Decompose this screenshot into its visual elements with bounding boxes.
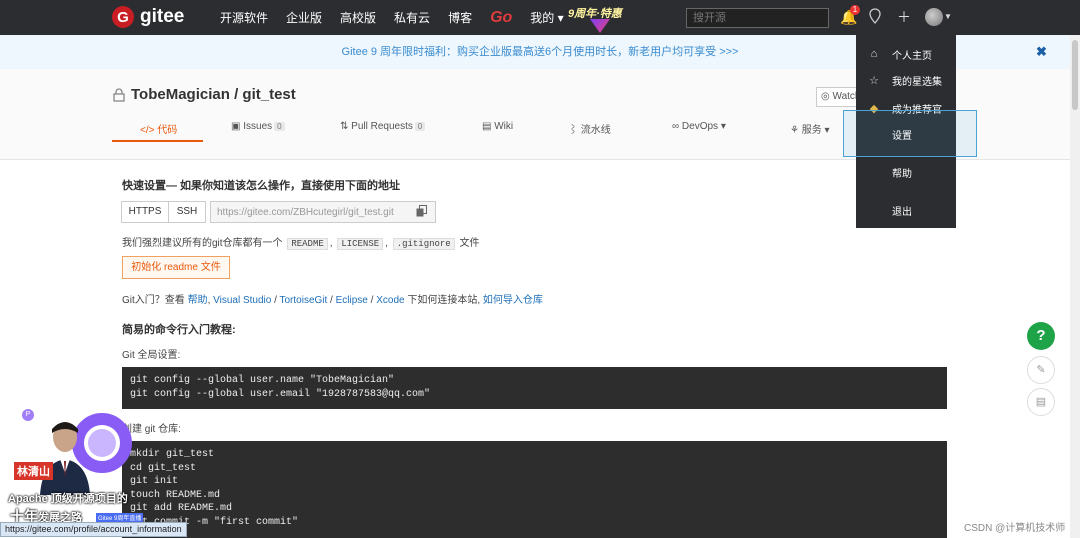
star-icon: ☆ [869,74,879,87]
gitee-logo[interactable]: G gitee [112,6,184,28]
menu-item-profile[interactable]: ⌂ 个人主页 [856,41,956,67]
license-chip: LICENSE [337,238,384,250]
create-repo-code: mkdir git_test cd git_test git init touc… [122,441,947,538]
menu-item-settings[interactable]: 设置 [856,121,956,147]
avatar[interactable] [925,8,943,26]
readme-chip: README [287,238,328,250]
tab-pipeline-label: 流水线 [580,125,611,136]
quick-setup-heading: 快速设置— 如果你知道该怎么操作，直接使用下面的地址 [122,180,401,192]
tab-pr-label: Pull Requests [351,121,413,132]
nav-item-university[interactable]: 高校版 [340,9,376,26]
help-prefix: Git入门？查看 [122,295,188,306]
menu-item-stars-label: 我的星选集 [892,76,942,88]
menu-item-profile-label: 个人主页 [892,50,932,62]
speaker-photo [40,422,90,495]
git-help-line: Git入门？查看 帮助, Visual Studio / TortoiseGit… [122,291,543,306]
tab-wiki[interactable]: ▤ Wiki [482,121,513,132]
chip-separator: , [329,238,333,249]
suggest-suffix: 文件 [459,238,480,249]
tab-code[interactable]: </> 代码 [140,121,177,136]
tortoisegit-link[interactable]: TortoiseGit [279,295,327,306]
p-icon: P [22,409,34,421]
promo-v-icon [590,19,610,33]
xcode-link[interactable]: Xcode [376,295,404,306]
help-fab-button[interactable]: ? [1027,322,1055,350]
logo-badge-icon: G [112,6,134,28]
live-stream-overlay[interactable]: P 林清山 Apache 顶级开源项目的 十年发展之路 Gitee 9周年直播 [0,405,150,538]
nav-item-go[interactable]: Go [490,9,512,27]
search-input[interactable] [686,8,829,28]
tab-issues-label: Issues [243,121,273,132]
browser-status-bar: https://gitee.com/profile/account_inform… [0,522,187,537]
link-separator: / [367,295,377,306]
chevron-down-icon[interactable]: ▼ [944,12,952,21]
tab-pipeline[interactable]: ⌇ 流水线 [568,121,611,136]
copy-icon[interactable] [416,205,428,217]
eclipse-link[interactable]: Eclipse [336,295,368,306]
close-icon[interactable]: ✖ [1036,44,1047,60]
nav-item-mine[interactable]: 我的 ▾ [530,9,563,26]
nav-item-open-source[interactable]: 开源软件 [220,9,268,26]
tab-wiki-label: Wiki [494,121,514,132]
tab-devops-label: DevOps ▾ [681,121,726,132]
nav-item-enterprise[interactable]: 企业版 [286,9,322,26]
global-config-code: git config --global user.name "TobeMagic… [122,367,947,409]
import-repo-link[interactable]: 如何导入仓库 [483,295,543,306]
ssh-button[interactable]: SSH [168,201,206,223]
nav-item-blog[interactable]: 博客 [448,9,472,26]
clone-url-field[interactable] [210,201,436,223]
help-mid: 下如何连接本站, [404,295,483,306]
watch-button[interactable]: ◎ Watch [816,87,860,107]
notification-count-badge: 1 [850,5,860,15]
visual-studio-link[interactable]: Visual Studio [213,295,271,306]
logo-text: gitee [140,6,185,27]
overlay-badge: Gitee 9周年直播 [96,513,144,522]
tutorial-heading: 简易的命令行入门教程: [122,324,236,336]
active-tab-underline [112,140,203,142]
pr-count: 0 [414,122,426,131]
chip-separator: , [385,238,388,249]
lock-icon [112,88,126,102]
tab-issues[interactable]: ▣ Issues 0 [231,121,285,132]
location-pin-icon[interactable] [866,8,884,26]
tab-service[interactable]: ⚘ 服务 ▾ [790,121,830,136]
gitignore-chip: .gitignore [392,238,455,250]
plus-icon[interactable]: ＋ [895,8,913,26]
nav-item-private-cloud[interactable]: 私有云 [394,9,430,26]
tab-service-label: 服务 ▾ [801,125,830,136]
scrollbar-thumb[interactable] [1072,40,1078,110]
https-button[interactable]: HTTPS [121,201,169,223]
tab-devops[interactable]: ∞ DevOps ▾ [672,121,726,132]
watermark: CSDN @计算机技术师 [964,523,1066,534]
overlay-title-line1: Apache 顶级开源项目的 [8,493,128,505]
tab-pull-requests[interactable]: ⇅ Pull Requests 0 [340,121,426,132]
anniversary-promo-banner[interactable]: 9周年·特惠 [568,5,630,33]
scrollbar-track[interactable] [1070,35,1080,538]
home-icon: ⌂ [870,48,878,60]
repo-tabs: </> 代码 ▣ Issues 0 ⇅ Pull Requests 0 ▤ Wiki… [112,116,947,144]
menu-item-logout[interactable]: 退出 [856,197,956,223]
speaker-name-tag: 林清山 [14,462,53,480]
init-readme-button[interactable]: 初始化 readme 文件 [122,256,230,279]
nav-menu: 开源软件 企业版 高校版 私有云 博客 Go 我的 ▾ [220,0,582,35]
edit-icon[interactable]: ✎ [1027,356,1055,384]
menu-item-stars[interactable]: ☆ 我的星选集 [856,67,956,93]
link-separator: / [327,295,336,306]
readme-suggestion: 我们强烈建议所有的git仓库都有一个 README, LICENSE, .git… [122,234,479,250]
issues-count: 0 [274,122,285,131]
menu-item-help[interactable]: 帮助 [856,159,956,185]
chat-icon[interactable]: ▤ [1027,388,1055,416]
repo-title[interactable]: TobeMagician / git_test [131,86,296,103]
global-settings-label: Git 全局设置: [122,350,181,361]
promo-text: 9周年·特惠 [568,8,622,20]
suggest-prefix: 我们强烈建议所有的git仓库都有一个 [122,238,283,249]
help-link[interactable]: 帮助 [188,295,208,306]
